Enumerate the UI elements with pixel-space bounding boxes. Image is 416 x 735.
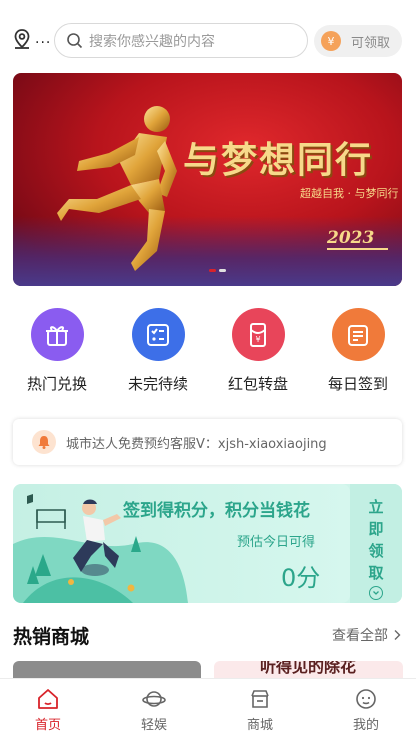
location-pin-icon xyxy=(14,29,30,49)
quick-action-daily-signin[interactable]: 每日签到 xyxy=(308,308,408,394)
quick-action-label: 未完待续 xyxy=(127,375,188,393)
tab-label: 商城 xyxy=(246,718,273,733)
tab-profile[interactable]: 我的 xyxy=(331,687,401,733)
quick-action-label: 每日签到 xyxy=(327,375,388,393)
tab-label: 轻娱 xyxy=(140,718,167,733)
signin-estimate-label: 预估今日可得 xyxy=(237,535,316,550)
tab-entertainment[interactable]: 轻娱 xyxy=(119,687,189,733)
signin-panel: 签到得积分，积分当钱花 预估今日可得 0分 xyxy=(13,484,350,603)
carousel-dot xyxy=(209,269,216,272)
claim-button[interactable]: ¥ 可领取 xyxy=(314,25,402,57)
notice-bar[interactable]: 城市达人免费预约客服V：xjsh-xiaoxiaojing xyxy=(13,419,402,465)
red-envelope-icon: ¥ xyxy=(231,308,285,361)
view-all-link[interactable]: 查看全部 xyxy=(332,625,402,645)
svg-text:¥: ¥ xyxy=(255,335,260,344)
bottom-tab-bar: 首页 轻娱 商城 我的 xyxy=(0,678,416,735)
carousel-indicator xyxy=(209,269,226,272)
coin-icon: ¥ xyxy=(321,31,341,51)
tab-mall[interactable]: 商城 xyxy=(225,687,295,733)
signin-points: 0分 xyxy=(281,564,321,592)
quick-action-label: 热门兑换 xyxy=(26,375,87,393)
golden-runner-image xyxy=(57,106,177,271)
quick-action-unfinished[interactable]: 未完待续 xyxy=(108,308,208,394)
banner-year: 2023 xyxy=(327,228,389,250)
quick-action-hot-exchange[interactable]: 热门兑换 xyxy=(7,308,107,394)
claim-now-label: 立即领取 xyxy=(368,498,384,582)
store-icon xyxy=(251,690,269,708)
banner-subtitle: 超越自我 · 与梦同行 xyxy=(300,187,399,200)
checklist-icon xyxy=(131,308,185,361)
tab-home[interactable]: 首页 xyxy=(13,687,83,733)
tab-label: 首页 xyxy=(34,718,61,733)
bell-icon xyxy=(32,430,56,454)
location-selector[interactable]: ... xyxy=(12,28,51,50)
carousel-dot xyxy=(219,269,226,272)
quick-action-red-envelope[interactable]: ¥ 红包转盘 xyxy=(208,308,308,394)
profile-icon xyxy=(356,689,376,709)
banner-title: 与梦想同行 xyxy=(183,139,374,181)
tab-label: 我的 xyxy=(352,718,379,733)
signin-card[interactable]: 签到得积分，积分当钱花 预估今日可得 0分 立即领取 xyxy=(13,484,402,603)
search-placeholder: 搜索你感兴趣的内容 xyxy=(89,33,215,50)
location-label: ... xyxy=(35,31,52,47)
planet-icon xyxy=(142,691,166,707)
document-icon xyxy=(331,308,385,361)
claim-label: 可领取 xyxy=(351,35,391,51)
home-icon xyxy=(38,689,58,709)
top-bar: ... 搜索你感兴趣的内容 ¥ 可领取 xyxy=(0,0,416,80)
product-image-text: 听得见的除花 xyxy=(260,661,357,676)
quick-actions: 热门兑换 未完待续 ¥ 红包转盘 每日签到 xyxy=(0,308,416,398)
chevron-down-icon xyxy=(369,586,383,600)
view-all-label: 查看全部 xyxy=(332,628,388,644)
notice-text: 城市达人免费预约客服V：xjsh-xiaoxiaojing xyxy=(66,436,327,452)
chevron-right-icon xyxy=(394,630,401,640)
hot-sale-title: 热销商城 xyxy=(13,626,90,648)
promo-banner[interactable]: 与梦想同行 超越自我 · 与梦同行 2023 xyxy=(13,73,402,286)
signin-title: 签到得积分，积分当钱花 xyxy=(123,501,310,521)
gift-icon xyxy=(30,308,84,361)
claim-now-button[interactable]: 立即领取 xyxy=(350,484,402,603)
quick-action-label: 红包转盘 xyxy=(227,375,288,393)
search-input[interactable]: 搜索你感兴趣的内容 xyxy=(54,23,308,58)
search-icon xyxy=(67,33,83,49)
